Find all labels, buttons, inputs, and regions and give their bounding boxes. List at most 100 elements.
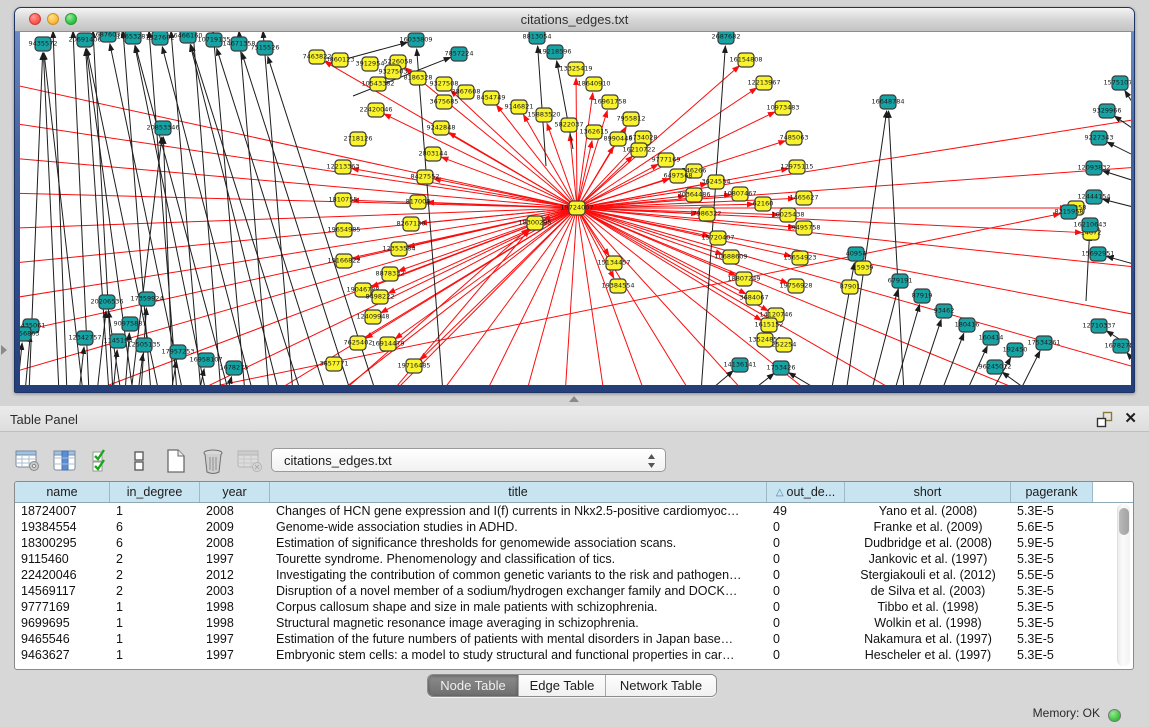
graph-node[interactable]: 12093832 [1077, 161, 1110, 175]
table-row[interactable]: 946362711997Embryonic stem cells: a mode… [15, 647, 1133, 663]
graph-node[interactable]: 12213363 [326, 160, 359, 174]
graph-node[interactable]: 62160 [753, 197, 774, 211]
graph-node[interactable]: 16958107 [189, 353, 222, 367]
table-row[interactable]: 946554611997Estimation of the future num… [15, 631, 1133, 647]
import-table-icon[interactable] [236, 448, 263, 474]
graph-node[interactable]: 12342757 [68, 331, 101, 345]
graph-node[interactable]: 87901 [840, 280, 861, 294]
graph-node[interactable]: 3675685 [430, 95, 459, 109]
graph-node[interactable]: 1753426 [767, 361, 796, 375]
table-row[interactable]: 1830029562008Estimation of significance … [15, 535, 1133, 551]
graph-node[interactable]: 90975887 [113, 317, 146, 331]
graph-node[interactable]: 14136141 [723, 358, 756, 372]
graph-node[interactable]: 8427552 [411, 170, 440, 184]
graph-node[interactable]: 3624554 [702, 175, 731, 189]
network-window-titlebar[interactable]: citations_edges.txt [15, 8, 1134, 32]
graph-node[interactable]: 817008 [406, 195, 431, 209]
graph-node[interactable]: 15654923 [783, 251, 816, 265]
graph-node[interactable]: 15692951 [1081, 247, 1114, 261]
table-row[interactable]: 977716911998Corpus callosum shape and si… [15, 599, 1133, 615]
graph-node[interactable]: 19654985 [327, 223, 360, 237]
network-graph[interactable]: 1872400713325419186409101696175879558121… [20, 32, 1131, 385]
graph-node[interactable]: 18640910 [577, 77, 610, 91]
graph-node[interactable]: 8878332 [376, 267, 405, 281]
graph-node[interactable]: 9329966 [1093, 104, 1122, 118]
tab-edge-table[interactable]: Edge Table [519, 675, 606, 696]
graph-node[interactable]: 12409948 [356, 310, 389, 324]
graph-node[interactable]: 16648784 [871, 95, 904, 109]
table-row[interactable]: 1456911722003Disruption of a novel membe… [15, 583, 1133, 599]
column-header-out_de[interactable]: △out_de... [767, 482, 845, 502]
graph-node[interactable]: 40954 [846, 247, 867, 261]
graph-node[interactable]: 7857224 [445, 47, 474, 61]
row-height-icon[interactable] [125, 448, 152, 474]
table-scrollbar[interactable] [1117, 504, 1130, 666]
graph-node[interactable]: 7485063 [780, 131, 809, 145]
table-row[interactable]: 2242004622012Investigating the contribut… [15, 567, 1133, 583]
show-columns-icon[interactable] [51, 448, 78, 474]
tab-node-table[interactable]: Node Table [428, 675, 519, 696]
graph-node[interactable]: 12353584 [382, 242, 415, 256]
graph-node[interactable]: 10543382 [361, 77, 394, 91]
delete-table-icon[interactable] [199, 448, 226, 474]
select-rows-icon[interactable] [88, 448, 115, 474]
graph-node[interactable]: 3657771 [320, 357, 349, 371]
graph-node[interactable]: 93462 [934, 304, 955, 318]
left-splitter-handle[interactable] [1, 345, 7, 355]
table-scrollbar-thumb[interactable] [1119, 508, 1129, 535]
graph-node[interactable]: 15720407 [701, 231, 734, 245]
graph-node[interactable]: 2687682 [712, 32, 741, 44]
table-row[interactable]: 969969511998Structural magnetic resonanc… [15, 615, 1133, 631]
graph-node[interactable]: 1465627 [790, 191, 819, 205]
column-header-title[interactable]: title [270, 482, 767, 502]
graph-node[interactable]: 7955812 [617, 112, 646, 126]
graph-node[interactable]: 20853346 [146, 121, 179, 135]
graph-node[interactable]: 12710337 [1082, 319, 1115, 333]
graph-node[interactable]: 16154808 [729, 53, 762, 67]
graph-node[interactable]: 160414 [979, 331, 1004, 345]
graph-node[interactable]: 8215958 [1055, 205, 1084, 219]
graph-node[interactable]: 12505135 [127, 338, 160, 352]
graph-node[interactable]: 16210643 [1073, 218, 1106, 232]
column-header-short[interactable]: short [845, 482, 1011, 502]
graph-node[interactable]: 8454749 [477, 91, 506, 105]
graph-node[interactable]: 6497568 [664, 169, 693, 183]
graph-node[interactable]: 2803144 [419, 147, 448, 161]
column-header-in_degree[interactable]: in_degree [110, 482, 200, 502]
graph-node[interactable]: 16961758 [593, 95, 626, 109]
graph-node[interactable]: 17534261 [1027, 336, 1060, 350]
graph-node[interactable]: 10025438 [771, 208, 804, 222]
graph-node[interactable]: 12975115 [780, 160, 813, 174]
column-header-year[interactable]: year [200, 482, 270, 502]
column-header-name[interactable]: name [15, 482, 110, 502]
graph-node[interactable]: 180416 [955, 318, 980, 332]
panel-splitter-handle[interactable] [569, 396, 579, 402]
new-table-icon[interactable] [162, 448, 189, 474]
graph-node[interactable]: 1810755 [329, 193, 358, 207]
graph-node[interactable]: 8498222 [366, 290, 395, 304]
graph-node[interactable]: 3684067 [740, 291, 769, 305]
graph-node[interactable]: 9435572 [29, 37, 58, 51]
graph-node[interactable]: 22420046 [359, 103, 392, 117]
memory-status-indicator[interactable] [1108, 709, 1121, 722]
graph-node[interactable]: 192450 [1003, 343, 1028, 357]
close-panel-icon[interactable]: ✕ [1124, 410, 1137, 427]
graph-node[interactable]: 8813054 [523, 32, 552, 44]
graph-node[interactable]: 16033809 [399, 33, 432, 47]
graph-node[interactable]: 9242848 [427, 121, 456, 135]
graph-node[interactable]: 19756928 [779, 279, 812, 293]
table-row[interactable]: 1938455462009Genome-wide association stu… [15, 519, 1133, 535]
graph-node[interactable]: 96245012 [978, 360, 1011, 374]
graph-node[interactable]: 252254 [772, 338, 797, 352]
graph-node[interactable]: 16782751 [1104, 339, 1131, 353]
graph-node[interactable]: 12213967 [747, 76, 780, 90]
graph-node[interactable]: 8267130 [397, 217, 426, 231]
graph-node[interactable]: 13325419 [559, 62, 592, 76]
table-settings-icon[interactable] [14, 448, 41, 474]
graph-node[interactable]: 11156863 [20, 327, 40, 341]
graph-node[interactable]: 15134457 [597, 256, 630, 270]
graph-node[interactable]: 10973483 [766, 101, 799, 115]
graph-node[interactable]: 20206536 [90, 295, 123, 309]
graph-node[interactable]: 19716485 [397, 359, 430, 373]
table-row[interactable]: 911546021997Tourette syndrome. Phenomeno… [15, 551, 1133, 567]
